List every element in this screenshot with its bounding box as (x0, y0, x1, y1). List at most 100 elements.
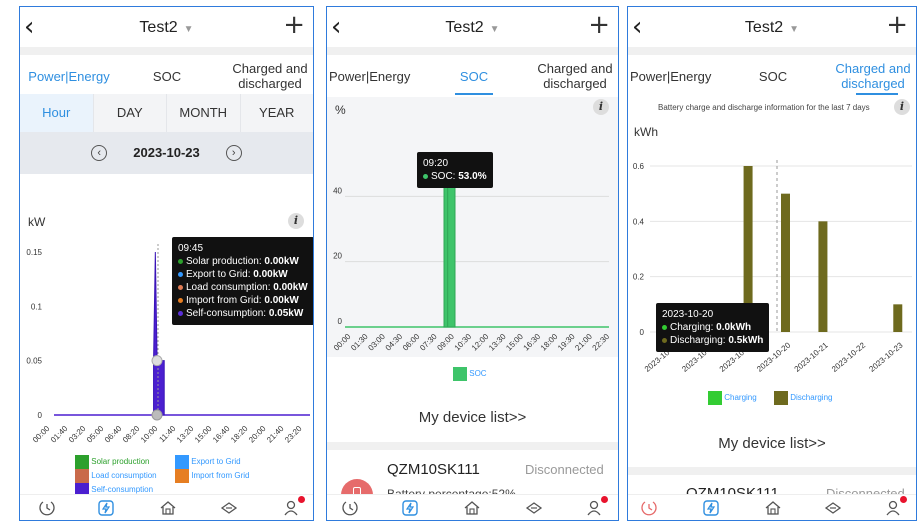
notification-dot (900, 496, 907, 503)
export-dot-icon (178, 271, 183, 277)
nav-home-icon[interactable] (764, 499, 782, 517)
device-selector[interactable]: Test2 ▼ (628, 19, 916, 37)
legend-item-import[interactable]: Import from Grid (175, 469, 295, 483)
tab-charged-discharged[interactable]: Charged and discharged (828, 61, 916, 91)
next-date-icon[interactable]: › (225, 145, 242, 161)
y-tick-label: 0 (640, 328, 645, 337)
notification-dot (298, 496, 305, 503)
nav-home-icon[interactable] (159, 499, 177, 517)
tooltip-line: Self-consumption: 0.05kW (178, 307, 308, 320)
tooltip-value: 0.00kW (264, 256, 299, 267)
x-tick-label: 15:00 (193, 424, 214, 445)
tab-power-energy[interactable]: Power|Energy (329, 69, 410, 84)
tooltip-label: Import from Grid: (186, 295, 265, 306)
device-selector[interactable]: Test2 ▼ (20, 19, 313, 37)
hover-point (151, 409, 163, 421)
phone-screen-charged-discharged: ‹ Test2 ▼ + Power|Energy SOC Charged and … (627, 6, 917, 521)
legend-item-export[interactable]: Export to Grid (175, 455, 295, 469)
divider (628, 467, 916, 475)
x-tick-label: 03:00 (366, 332, 387, 353)
legend-item-soc[interactable]: SOC (453, 367, 487, 381)
info-icon[interactable]: i (894, 99, 910, 115)
x-tick-label: 20:00 (247, 424, 268, 445)
tooltip-value: 0.00kW (273, 282, 308, 293)
nav-energy-icon[interactable] (702, 499, 720, 517)
segment-year[interactable]: YEAR (241, 94, 314, 132)
tab-power-energy[interactable]: Power|Energy (24, 69, 114, 84)
device-selector[interactable]: Test2 ▼ (327, 19, 618, 37)
tab-soc[interactable]: SOC (142, 69, 192, 84)
self-consumption-area (153, 251, 165, 416)
add-icon[interactable]: + (588, 12, 610, 38)
add-icon[interactable]: + (886, 12, 908, 38)
legend-label: Solar production (91, 457, 150, 467)
x-tick-label: 16:30 (522, 332, 543, 353)
nav-profile-icon[interactable] (282, 499, 300, 517)
divider (20, 47, 313, 55)
segment-day[interactable]: DAY (94, 94, 167, 132)
x-tick-label: 08:20 (121, 424, 142, 445)
tab-charged-discharged[interactable]: Charged and discharged (225, 61, 313, 91)
chevron-down-icon: ▼ (789, 24, 800, 35)
date-navigator: ‹ 2023-10-23 › (20, 132, 313, 174)
nav-history-icon[interactable] (640, 499, 658, 517)
charging-dot-icon (662, 324, 667, 330)
prev-date-icon[interactable]: ‹ (91, 145, 108, 161)
tooltip-value: 53.0% (458, 171, 487, 182)
tooltip-value: 0.00kW (264, 295, 299, 306)
x-tick-label: 18:20 (229, 424, 250, 445)
notification-dot (601, 496, 608, 503)
info-icon[interactable]: i (593, 99, 609, 115)
info-icon[interactable]: i (288, 213, 304, 229)
legend-swatch (175, 455, 189, 469)
legend-item-discharging[interactable]: Discharging (774, 391, 832, 405)
nav-history-icon[interactable] (341, 499, 359, 517)
legend-label: Charging (724, 393, 757, 403)
discharging-bar (818, 221, 828, 332)
nav-home-icon[interactable] (463, 499, 481, 517)
y-tick-label: 0.05 (26, 357, 42, 366)
page-title: Test2 (445, 19, 484, 36)
nav-device-icon[interactable] (824, 499, 842, 517)
nav-profile-icon[interactable] (884, 499, 902, 517)
header: ‹ Test2 ▼ + (20, 7, 313, 47)
tab-bar: Power|Energy SOC Charged and discharged (628, 55, 916, 99)
x-tick-label: 10:30 (453, 332, 474, 353)
tooltip-label: Discharging: (670, 335, 729, 346)
header: ‹ Test2 ▼ + (628, 7, 916, 47)
nav-profile-icon[interactable] (585, 499, 603, 517)
add-icon[interactable]: + (283, 12, 305, 38)
divider (327, 442, 618, 450)
x-tick-label: 21:40 (265, 424, 286, 445)
device-list-link[interactable]: My device list>> (628, 435, 916, 452)
tab-soc[interactable]: SOC (748, 69, 798, 84)
x-tick-label: 18:00 (539, 332, 560, 353)
nav-energy-icon[interactable] (97, 499, 115, 517)
x-tick-label: 22:30 (591, 332, 612, 353)
soc-dot-icon (423, 173, 428, 179)
legend-swatch (708, 391, 722, 405)
tooltip-time: 09:20 (423, 158, 449, 169)
tab-charged-discharged[interactable]: Charged and discharged (530, 61, 618, 91)
nav-history-icon[interactable] (38, 499, 56, 517)
device-name[interactable]: QZM10SK111 (387, 461, 480, 478)
segment-month[interactable]: MONTH (167, 94, 241, 132)
nav-energy-icon[interactable] (401, 499, 419, 517)
nav-device-icon[interactable] (525, 499, 543, 517)
period-selector: Hour DAY MONTH YEAR (20, 94, 313, 132)
nav-device-icon[interactable] (220, 499, 238, 517)
y-tick-label: 0.6 (633, 162, 645, 171)
x-tick-label: 2023-10-22 (830, 340, 868, 374)
legend-swatch (75, 455, 89, 469)
tooltip-value: 0.05kW (268, 308, 304, 319)
device-list-link[interactable]: My device list>> (327, 409, 618, 426)
tab-soc[interactable]: SOC (449, 69, 499, 84)
divider (628, 47, 916, 55)
bottom-nav (327, 494, 618, 520)
segment-hour[interactable]: Hour (20, 94, 94, 132)
tab-power-energy[interactable]: Power|Energy (630, 69, 711, 84)
tooltip-value: 0.5kWh (728, 335, 764, 346)
y-unit-label: kW (28, 215, 46, 229)
phone-screen-soc: ‹ Test2 ▼ + Power|Energy SOC Charged and … (326, 6, 619, 521)
legend-item-charging[interactable]: Charging (708, 391, 757, 405)
